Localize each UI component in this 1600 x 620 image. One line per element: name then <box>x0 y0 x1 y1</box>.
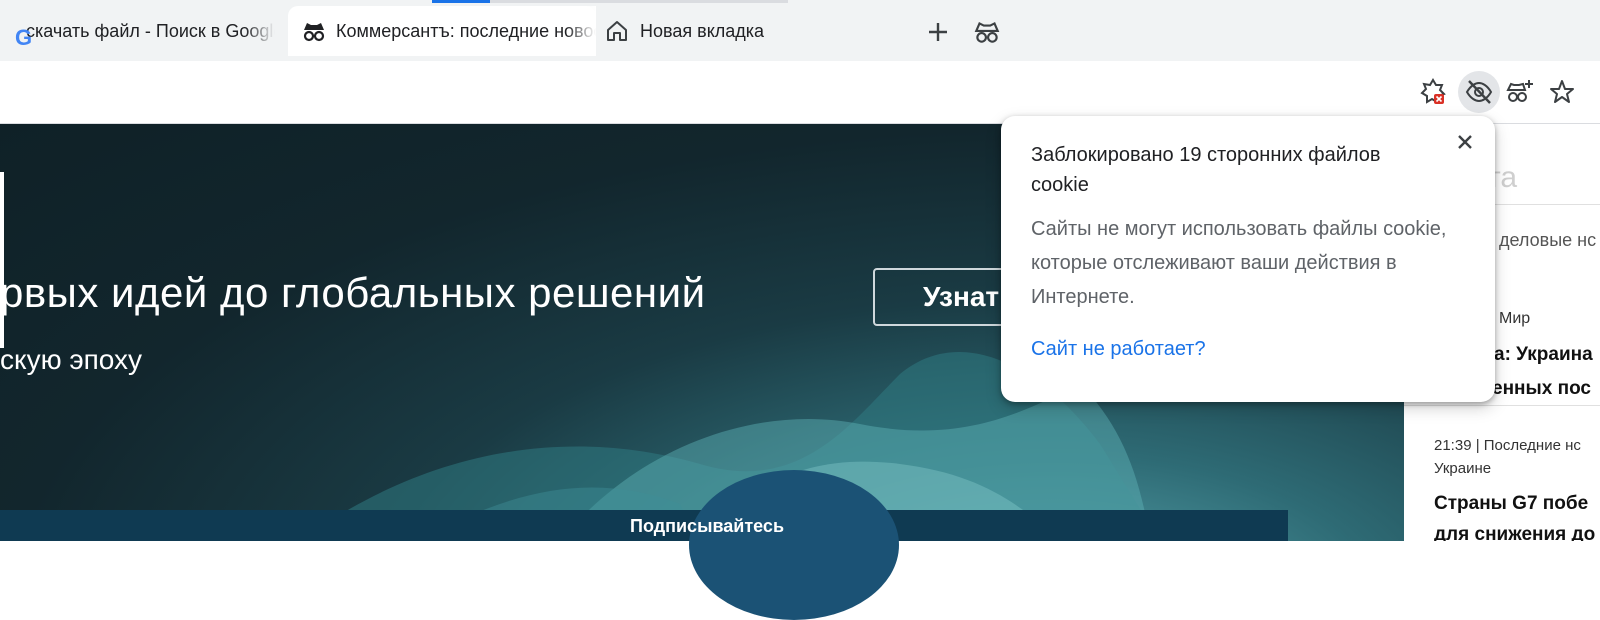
news-category[interactable]: Мир <box>1499 310 1530 328</box>
close-icon[interactable] <box>1451 128 1479 156</box>
extension-error-icon[interactable] <box>1416 75 1450 109</box>
incognito-icon <box>300 17 328 45</box>
tab-new-tab[interactable]: Новая вкладка <box>604 6 804 56</box>
tab-strip: G скачать файл - Поиск в Google Коммерса… <box>0 0 1600 61</box>
popup-body: Сайты не могут использовать файлы cookie… <box>1031 218 1447 308</box>
plus-icon[interactable] <box>923 17 953 47</box>
home-icon <box>604 18 630 44</box>
tab-loading-track <box>490 0 788 3</box>
sidebar-description: деловые нс <box>1499 230 1597 250</box>
star-icon[interactable] <box>1545 75 1579 109</box>
divider <box>1404 405 1600 406</box>
news-headline[interactable]: а: Украина <box>1494 344 1593 366</box>
news-headline[interactable]: для снижения до <box>1434 524 1595 541</box>
news-time: 21:39 | Последние нс <box>1434 437 1581 454</box>
hero-edge <box>0 172 4 348</box>
hero-subtitle: скую эпоху <box>0 344 143 375</box>
google-icon: G <box>15 25 33 50</box>
site-not-working-link[interactable]: Сайт не работает? <box>1031 338 1206 361</box>
tab-title: Коммерсантъ: последние новости <box>336 20 596 41</box>
incognito-icon[interactable] <box>970 15 1004 49</box>
tab-kommersant[interactable]: Коммерсантъ: последние новости <box>288 6 596 56</box>
toolbar <box>0 61 1600 124</box>
news-time-cont: Украине <box>1434 460 1492 477</box>
tab-title: Новая вкладка <box>640 20 765 41</box>
tab-title: скачать файл - Поиск в Google <box>26 20 275 41</box>
tab-loading-indicator <box>432 0 490 3</box>
subscribe-text[interactable]: Подписывайтесь <box>630 516 784 537</box>
hero-title: рвых идей до глобальных решений <box>0 269 706 316</box>
telegram-icon[interactable] <box>689 470 899 620</box>
cookie-blocked-popup: Заблокировано 19 сторонних файлов cookie… <box>1001 116 1495 402</box>
news-headline[interactable]: Страны G7 побе <box>1434 493 1588 515</box>
tab-google-search[interactable]: G скачать файл - Поиск в Google <box>15 6 275 56</box>
popup-title: Заблокировано 19 сторонних файлов cookie <box>1031 144 1381 196</box>
eye-blocked-icon[interactable] <box>1458 71 1500 113</box>
news-headline[interactable]: енных пос <box>1492 378 1591 400</box>
incognito-plus-icon[interactable] <box>1503 75 1537 109</box>
